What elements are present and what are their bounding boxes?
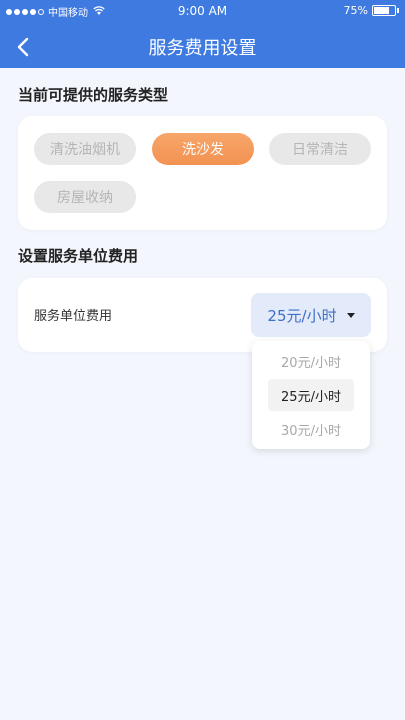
caret-down-icon: [346, 312, 355, 318]
fee-option[interactable]: 20元/小时: [252, 345, 370, 377]
battery-fill: [374, 7, 389, 14]
chip-service-type[interactable]: 清洗油烟机: [34, 133, 136, 165]
service-types-card: 清洗油烟机 洗沙发 日常清洁 房屋收纳: [18, 116, 387, 230]
app-header: 中国移动 9:00 AM 75% 服务费用设置: [0, 0, 405, 68]
fee-label: 服务单位费用: [34, 309, 113, 324]
battery-percent: 75%: [343, 4, 368, 17]
status-bar: 中国移动 9:00 AM 75%: [0, 0, 405, 22]
chip-service-type[interactable]: 房屋收纳: [34, 181, 136, 213]
fee-option-selected[interactable]: 25元/小时: [268, 379, 354, 411]
battery-cap-icon: [397, 8, 399, 13]
fee-dropdown: 20元/小时 25元/小时 30元/小时: [252, 341, 370, 449]
fee-heading: 设置服务单位费用: [18, 247, 139, 265]
battery-indicator: 75%: [344, 4, 399, 17]
fee-select[interactable]: 25元/小时: [251, 293, 371, 337]
battery-icon: [372, 5, 396, 16]
fee-selected-value: 25元/小时: [267, 306, 337, 325]
service-types-heading: 当前可提供的服务类型: [18, 86, 169, 104]
page-title: 服务费用设置: [148, 38, 257, 59]
chip-service-type[interactable]: 洗沙发: [152, 133, 254, 165]
chip-service-type[interactable]: 日常清洁: [269, 133, 371, 165]
fee-option[interactable]: 30元/小时: [252, 413, 370, 445]
